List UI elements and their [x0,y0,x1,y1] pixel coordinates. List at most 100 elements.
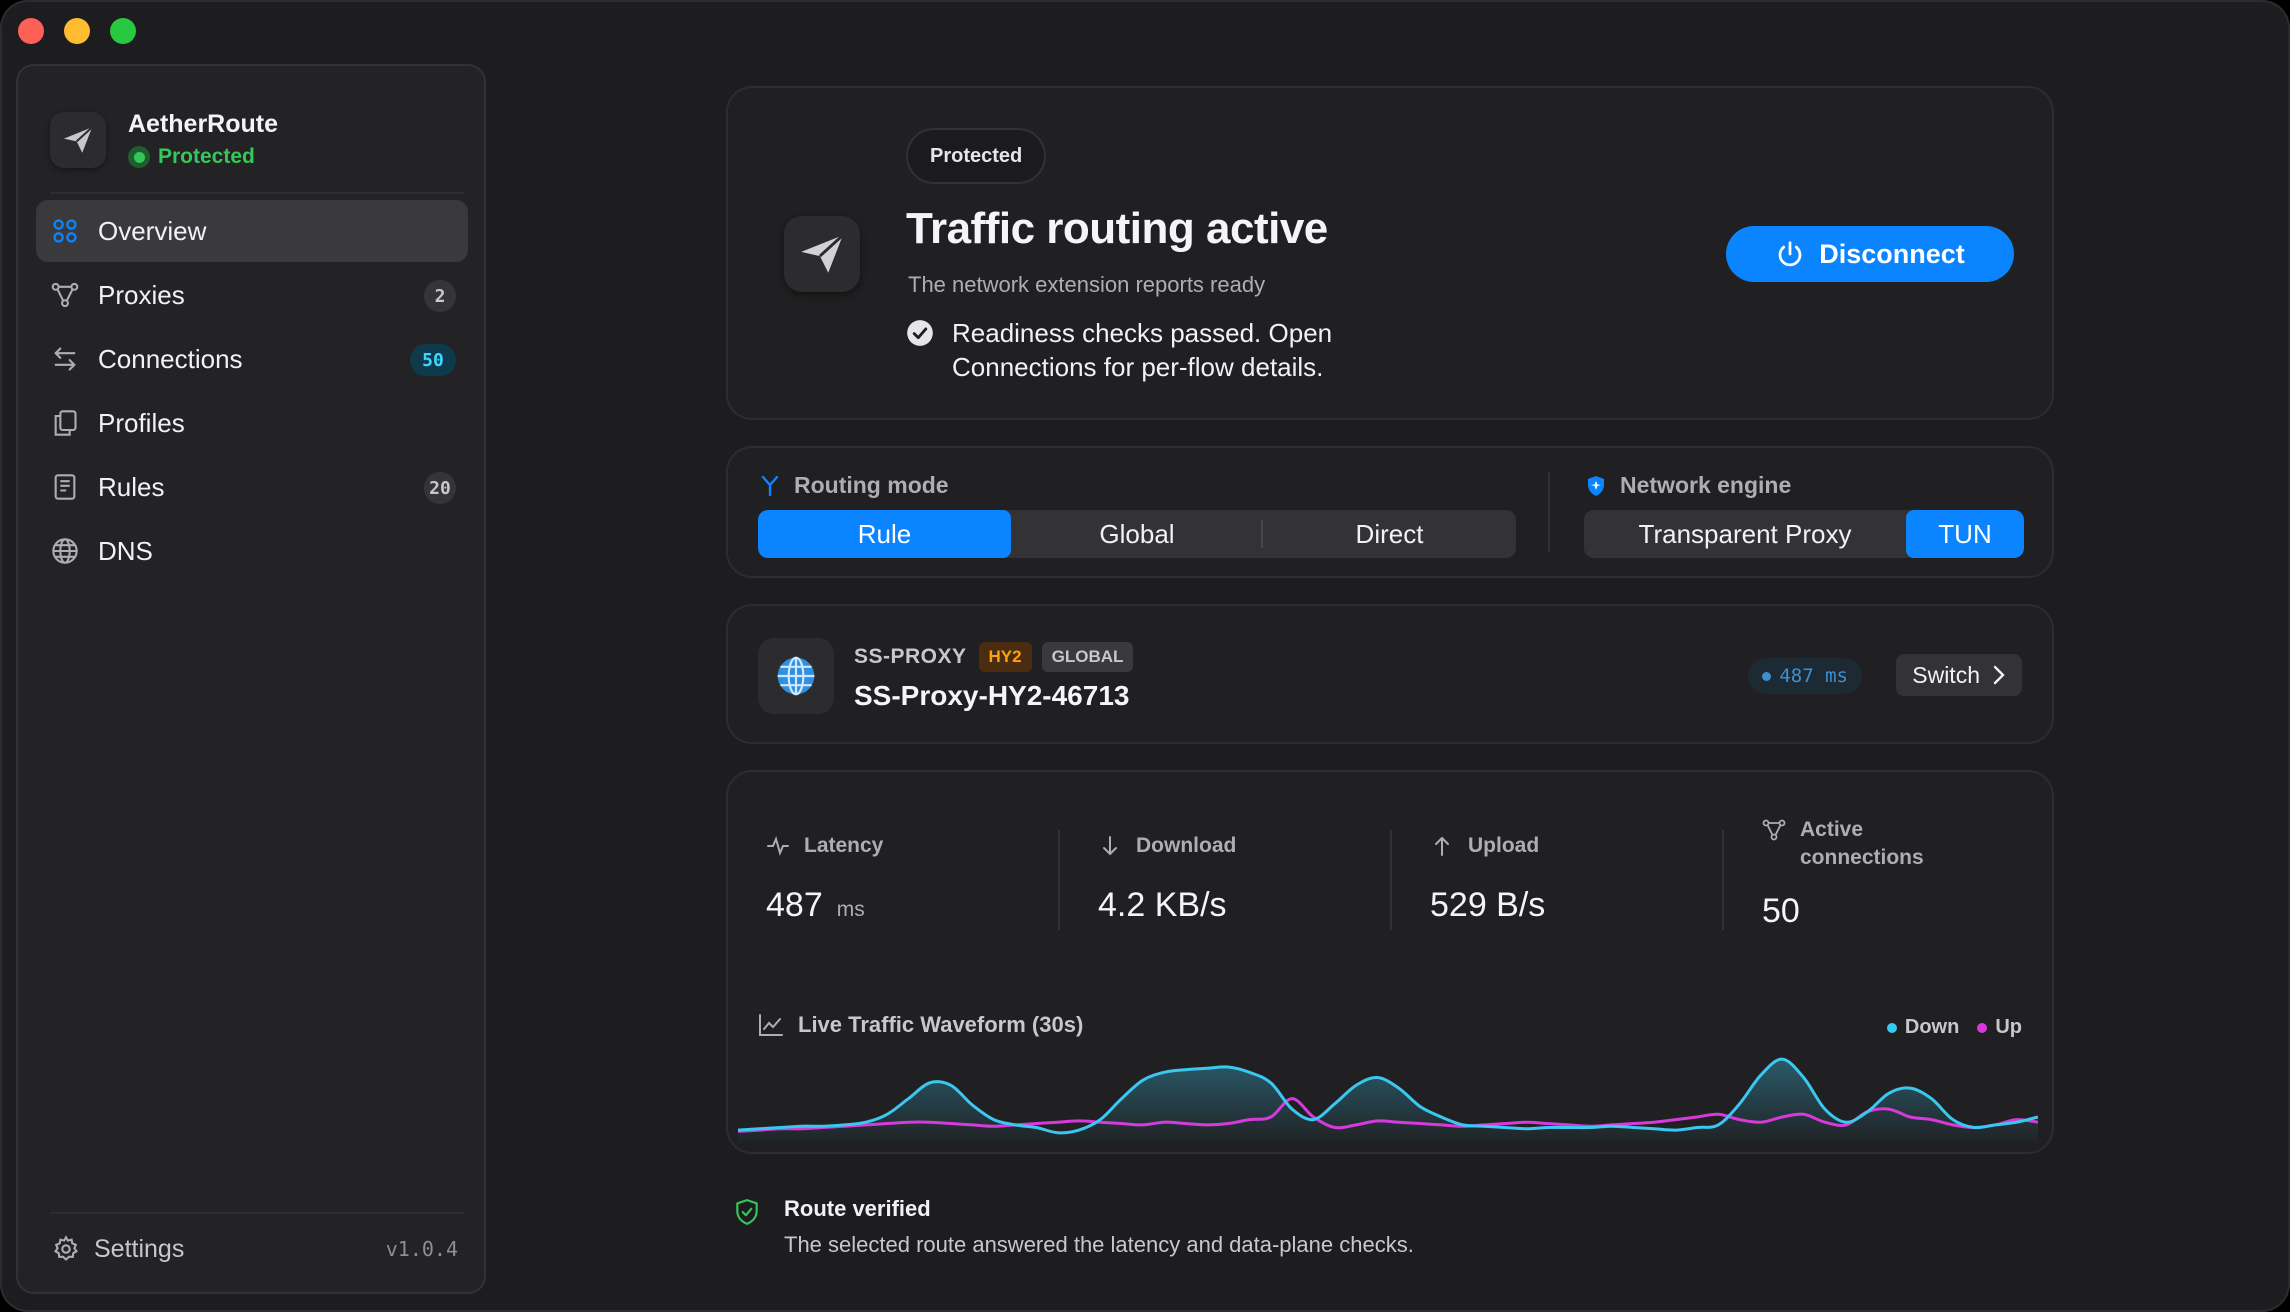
sidebar-item-label: Proxies [98,279,185,310]
latency-badge: 487 ms [1748,658,1862,694]
latency-dot-icon [1762,671,1772,681]
connections-label: Active connections [1800,818,1924,869]
sidebar-item-connections[interactable]: Connections 50 [36,328,468,390]
status-card: Protected Traffic routing active The net… [726,86,2054,420]
mode-card: Routing mode Rule Global Direct Network … [726,446,2054,578]
network-engine-control: Transparent Proxy TUN [1584,510,2024,558]
count-badge: 20 [424,472,456,504]
sidebar-item-rules[interactable]: Rules 20 [36,456,468,518]
upload-value: 529 B/s [1430,886,1546,924]
sidebar-item-label: DNS [98,535,153,566]
checkmark-circle-icon [906,319,934,347]
divider [50,1212,464,1214]
routing-option-label: Global [1099,518,1175,549]
upload-stat: Upload 529 B/s [1430,832,1545,925]
arrow-up-icon [1430,834,1454,858]
line-chart-icon [758,1013,784,1037]
disconnect-button[interactable]: Disconnect [1726,226,2014,282]
page-title: Traffic routing active [906,204,1328,253]
close-window-button[interactable] [18,18,44,44]
fork-icon [758,474,782,498]
sidebar-item-proxies[interactable]: Proxies 2 [36,264,468,326]
sidebar-item-label: Rules [98,471,165,502]
routing-mode-label: Routing mode [794,472,949,498]
download-label: Download [1136,834,1237,857]
engine-option-transparent-proxy[interactable]: Transparent Proxy [1584,510,1906,558]
shield-check-icon [734,1198,760,1231]
power-icon [1775,239,1805,269]
globe-icon [50,536,80,566]
maximize-window-button[interactable] [110,18,136,44]
divider [1548,472,1550,552]
network-engine-label: Network engine [1620,472,1792,498]
arrows-icon [50,344,80,374]
waveform-legend: Down Up [1869,1016,2022,1039]
documents-icon [50,408,80,438]
window-controls [18,18,136,44]
latency-value: 487 ms [1779,665,1848,687]
selected-proxy-card: SS-PROXY HY2 GLOBAL SS-Proxy-HY2-46713 4… [726,604,2054,744]
divider [1390,830,1392,930]
connections-stat: Active connections 50 [1762,816,2022,931]
latency-label: Latency [804,834,884,857]
disconnect-label: Disconnect [1819,238,1965,269]
pulse-icon [766,834,790,858]
minimize-window-button[interactable] [64,18,90,44]
app-window: AetherRoute Protected Overview Proxies 2… [0,0,2290,1312]
chevron-right-icon [1992,664,2006,686]
grid-icon [50,216,80,246]
traffic-stats-card: Latency 487 ms Download 4.2 KB/s Upload 5… [726,770,2054,1154]
routing-option-rule[interactable]: Rule [758,510,1011,558]
paper-plane-icon [50,111,106,168]
sidebar: AetherRoute Protected Overview Proxies 2… [16,64,486,1294]
proxy-meta: SS-PROXY HY2 GLOBAL [854,642,1134,672]
shield-icon [1584,474,1608,498]
routing-mode-control: Rule Global Direct [758,510,1516,558]
routing-option-global[interactable]: Global [1011,510,1263,558]
list-icon [50,472,80,502]
status-subtitle: The network extension reports ready [908,272,1266,297]
network-engine-heading: Network engine [1584,472,1791,499]
protocol-badge: HY2 [978,642,1032,672]
legend-down: Down [1886,1016,1960,1039]
connection-status: Protected [128,145,278,169]
sidebar-item-overview[interactable]: Overview [36,200,468,262]
settings-row[interactable]: Settings v1.0.4 [52,1224,458,1274]
divider [1058,830,1060,930]
sidebar-item-dns[interactable]: DNS [36,520,468,582]
sidebar-item-label: Connections [98,343,243,374]
count-badge: 50 [410,344,456,376]
traffic-waveform [738,1057,2038,1142]
sidebar-item-label: Profiles [98,407,185,438]
route-verified-title: Route verified [784,1196,931,1221]
brand: AetherRoute Protected [50,110,278,169]
waveform-title-text: Live Traffic Waveform (30s) [798,1012,1084,1037]
status-dot-icon [128,146,150,168]
download-value: 4.2 KB/s [1098,886,1227,924]
legend-up: Up [1977,1016,2022,1039]
proxies-icon [50,280,80,310]
legend-up-label: Up [1995,1016,2022,1038]
switch-proxy-button[interactable]: Switch [1896,654,2022,696]
legend-down-label: Down [1904,1016,1960,1038]
connection-status-label: Protected [158,145,255,168]
proxies-icon [1762,818,1786,842]
status-badge: Protected [906,128,1047,184]
routing-option-direct[interactable]: Direct [1263,510,1516,558]
settings-label: Settings [94,1234,185,1263]
proxy-name: SS-Proxy-HY2-46713 [854,680,1130,711]
waveform-title: Live Traffic Waveform (30s) [758,1012,1083,1038]
proxy-group-name: SS-PROXY [854,645,967,668]
connections-value: 50 [1762,892,1800,930]
routing-mode-heading: Routing mode [758,472,949,499]
latency-value: 487 [766,886,823,924]
legend-swatch [1886,1022,1897,1033]
sidebar-item-label: Overview [98,215,207,246]
route-verified-text: The selected route answered the latency … [784,1232,1414,1257]
latency-unit: ms [836,898,865,921]
sidebar-item-profiles[interactable]: Profiles [36,392,468,454]
engine-option-tun[interactable]: TUN [1906,510,2024,558]
arrow-down-icon [1098,834,1122,858]
readiness-text: Readiness checks passed. Open Connection… [952,318,1333,382]
divider [1722,830,1724,930]
